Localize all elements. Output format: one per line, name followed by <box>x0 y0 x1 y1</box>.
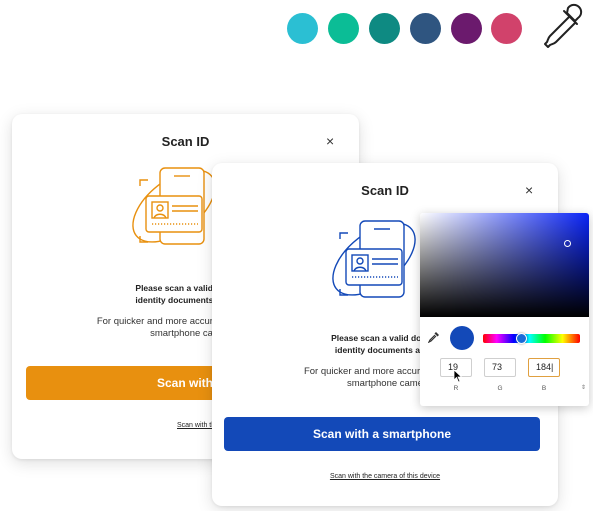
dialog-title: Scan ID <box>161 134 210 149</box>
color-picker-popup: 19 73 184| R G B ⇕ <box>420 213 589 406</box>
eyedropper-icon[interactable] <box>540 2 586 50</box>
blue-label: B <box>541 385 547 392</box>
mode-toggle-icon[interactable]: ⇕ <box>581 384 586 391</box>
blue-input[interactable]: 184| <box>528 358 560 377</box>
dialog-title: Scan ID <box>361 183 409 198</box>
swatch-pink[interactable] <box>491 13 522 44</box>
eyedropper-icon[interactable] <box>428 331 440 343</box>
close-icon[interactable]: × <box>525 183 533 197</box>
hue-slider-handle[interactable] <box>516 333 527 344</box>
saturation-handle[interactable] <box>564 240 571 247</box>
red-label: R <box>453 385 459 392</box>
green-label: G <box>497 385 503 392</box>
mouse-cursor-icon <box>453 369 463 383</box>
swatch-teal-light[interactable] <box>287 13 318 44</box>
swatch-purple[interactable] <box>451 13 482 44</box>
hue-slider[interactable] <box>483 334 580 343</box>
green-input[interactable]: 73 <box>484 358 516 377</box>
saturation-value-area[interactable] <box>420 213 589 317</box>
scan-with-camera-link[interactable]: Scan with the camera of this device <box>212 473 558 480</box>
swatch-teal-green[interactable] <box>328 13 359 44</box>
swatch-navy[interactable] <box>410 13 441 44</box>
scan-with-smartphone-button[interactable]: Scan with a smartphone <box>224 417 540 451</box>
swatch-teal-dark[interactable] <box>369 13 400 44</box>
close-icon[interactable]: × <box>326 134 334 148</box>
color-preview <box>450 326 474 350</box>
